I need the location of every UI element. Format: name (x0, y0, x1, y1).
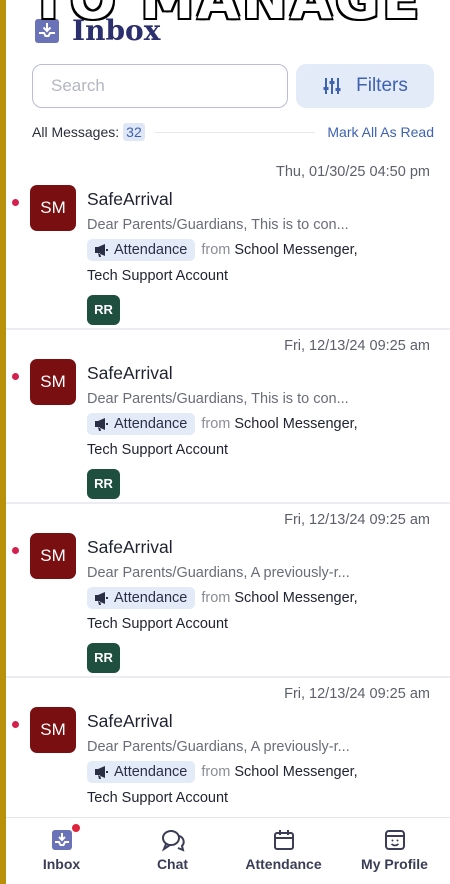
recipient-initials: RR (87, 469, 120, 499)
tab-inbox[interactable]: Inbox (6, 818, 117, 884)
megaphone-icon (95, 765, 108, 779)
notification-badge (72, 824, 80, 832)
tab-chat[interactable]: Chat (117, 818, 228, 884)
message-list: Thu, 01/30/25 04:50 pm SM SafeArrival De… (6, 156, 450, 852)
message-tagline: Attendance from School Messenger, (87, 413, 358, 435)
megaphone-icon (95, 243, 108, 257)
list-item[interactable]: Fri, 12/13/24 09:25 am SM SafeArrival De… (6, 330, 450, 504)
message-preview: Dear Parents/Guardians, A previously-r..… (87, 739, 350, 755)
message-preview: Dear Parents/Guardians, A previously-r..… (87, 565, 350, 581)
tab-label: Attendance (245, 856, 322, 872)
avatar: SM (30, 359, 76, 405)
category-label: Attendance (114, 242, 188, 258)
message-time: Fri, 12/13/24 09:25 am (284, 512, 430, 528)
search-input[interactable]: Search (32, 64, 288, 108)
message-tagline: Attendance from School Messenger, (87, 239, 358, 261)
recipient-initials: RR (87, 295, 120, 325)
org-name: School Messenger, (234, 590, 358, 606)
tab-label: My Profile (361, 856, 428, 872)
chat-icon (161, 830, 185, 852)
from-label: from (201, 416, 231, 432)
account-name: Tech Support Account (87, 616, 229, 632)
org-name: School Messenger, (234, 764, 358, 780)
avatar: SM (30, 533, 76, 579)
sliders-icon (323, 78, 341, 94)
category-label: Attendance (114, 764, 188, 780)
tab-my-profile[interactable]: My Profile (339, 818, 450, 884)
filters-button[interactable]: Filters (296, 64, 434, 108)
unread-dot (12, 373, 19, 380)
inbox-icon (51, 830, 72, 850)
avatar: SM (30, 707, 76, 753)
tab-label: Inbox (42, 856, 81, 872)
divider (154, 131, 316, 133)
from-label: from (201, 764, 231, 780)
category-label: Attendance (114, 416, 188, 432)
category-tag: Attendance (87, 587, 196, 609)
message-tagline: Attendance from School Messenger, (87, 761, 358, 783)
sender-name: SafeArrival (87, 537, 173, 557)
app-screen: Inbox Search Filters All Messages: 32 Ma… (6, 0, 450, 884)
sender-name: SafeArrival (87, 363, 173, 383)
from-label: from (201, 590, 231, 606)
unread-dot (12, 199, 19, 206)
list-item[interactable]: Thu, 01/30/25 04:50 pm SM SafeArrival De… (6, 156, 450, 330)
from-label: from (201, 242, 231, 258)
message-preview: Dear Parents/Guardians, This is to con..… (87, 391, 349, 407)
account-name: Tech Support Account (87, 268, 229, 284)
org-name: School Messenger, (234, 242, 358, 258)
message-preview: Dear Parents/Guardians, This is to con..… (87, 217, 349, 233)
profile-icon (384, 830, 405, 850)
message-time: Thu, 01/30/25 04:50 pm (276, 164, 430, 180)
org-name: School Messenger, (234, 416, 358, 432)
mark-all-read-link[interactable]: Mark All As Read (327, 124, 434, 140)
message-count: 32 (123, 123, 145, 141)
category-tag: Attendance (87, 239, 196, 261)
summary-row: All Messages: 32 Mark All As Read (32, 122, 434, 142)
tab-attendance[interactable]: Attendance (228, 818, 339, 884)
unread-dot (12, 721, 19, 728)
avatar: SM (30, 185, 76, 231)
sender-name: SafeArrival (87, 189, 173, 209)
bottom-tab-bar: Inbox Chat Attendance My Profile (6, 817, 450, 884)
account-name: Tech Support Account (87, 442, 229, 458)
filters-label: Filters (356, 75, 408, 96)
tab-label: Chat (156, 856, 189, 872)
category-label: Attendance (114, 590, 188, 606)
calendar-icon (273, 830, 294, 850)
recipient-initials: RR (87, 643, 120, 673)
sender-name: SafeArrival (87, 711, 173, 731)
category-tag: Attendance (87, 413, 196, 435)
message-time: Fri, 12/13/24 09:25 am (284, 338, 430, 354)
category-tag: Attendance (87, 761, 196, 783)
unread-dot (12, 547, 19, 554)
megaphone-icon (95, 591, 108, 605)
banner-text: TO MANAGE (0, 0, 450, 30)
message-tagline: Attendance from School Messenger, (87, 587, 358, 609)
account-name: Tech Support Account (87, 790, 229, 806)
list-item[interactable]: Fri, 12/13/24 09:25 am SM SafeArrival De… (6, 504, 450, 678)
megaphone-icon (95, 417, 108, 431)
message-time: Fri, 12/13/24 09:25 am (284, 686, 430, 702)
all-messages-label: All Messages: (32, 124, 120, 140)
